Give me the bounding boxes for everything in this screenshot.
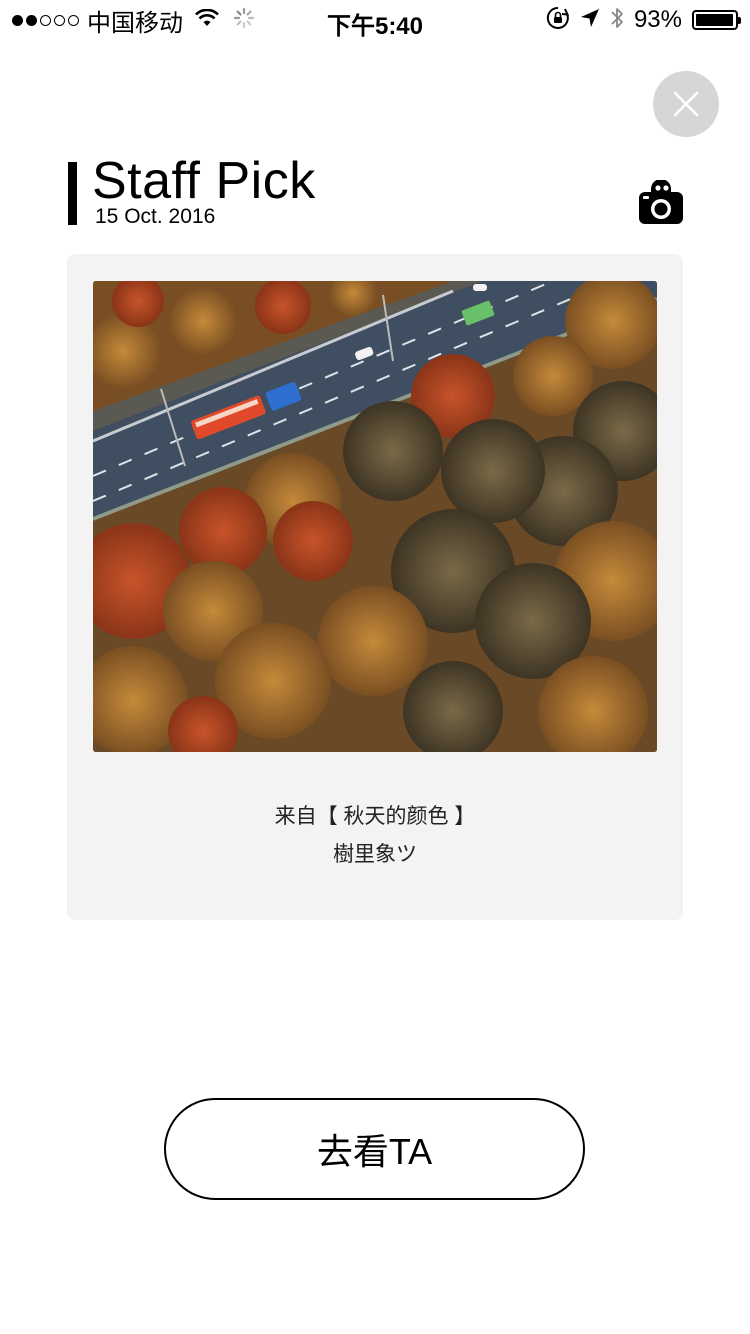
location-arrow-icon	[580, 8, 600, 33]
featured-photo[interactable]	[93, 281, 657, 752]
orientation-lock-icon	[546, 6, 570, 35]
source-caption[interactable]: 来自【 秋天的颜色 】	[67, 800, 683, 830]
author-name[interactable]: 樹里象ツ	[67, 838, 683, 868]
title-accent-bar	[68, 162, 77, 225]
camera-icon[interactable]	[637, 179, 685, 226]
status-bar: 中国移动 下午5:40 93%	[0, 0, 750, 40]
close-icon	[673, 91, 699, 117]
bluetooth-icon	[610, 6, 624, 35]
view-profile-button[interactable]: 去看TA	[164, 1098, 585, 1200]
battery-icon	[692, 10, 741, 30]
close-button[interactable]	[653, 71, 719, 137]
page-title: Staff Pick	[92, 152, 316, 210]
battery-percentage: 93%	[633, 6, 682, 33]
status-bar-right: 93%	[546, 6, 741, 35]
staff-pick-card[interactable]: 来自【 秋天的颜色 】 樹里象ツ	[67, 254, 683, 920]
page-date: 15 Oct. 2016	[95, 205, 216, 228]
